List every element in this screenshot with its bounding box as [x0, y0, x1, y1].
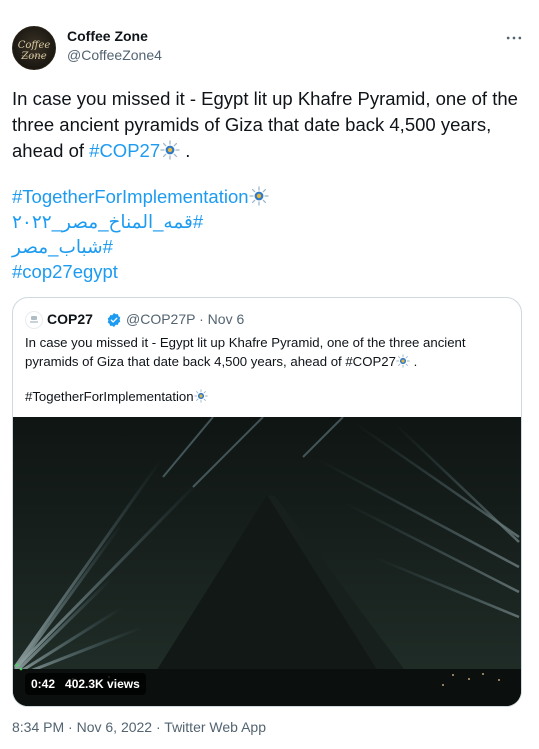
hashtag-line-4: #cop27egypt [12, 259, 532, 284]
quoted-text: In case you missed it - Egypt lit up Kha… [25, 333, 511, 371]
hashtag-together-for-implementation[interactable]: #TogetherForImplementation [12, 186, 249, 207]
tweet-time[interactable]: 8:34 PM [12, 719, 64, 735]
quoted-tweet[interactable]: COP27 @COP27P · Nov 6 In case you missed… [12, 297, 522, 707]
video-stats-badge: 0:42 402.3K views [25, 673, 146, 695]
avatar-logo-text: Coffee Zone [17, 40, 51, 62]
verified-badge-icon [107, 313, 121, 327]
author-avatar[interactable]: Coffee Zone THE REAL CUP [12, 26, 56, 70]
cop27-emblem-icon [248, 186, 269, 206]
hashtag-line-3: #شباب_مصر [12, 234, 532, 259]
hashtag-list: #TogetherForImplementation #قمه_المناخ_م… [12, 184, 532, 284]
video-views: 402.3K views [65, 677, 140, 691]
tweet-text-end: . [180, 140, 191, 161]
hashtag-cop27egypt[interactable]: #cop27egypt [12, 261, 118, 282]
video-player[interactable]: 0:42 402.3K views [13, 417, 521, 706]
hashtag-line-2: #قمه_المناخ_مصر_٢٠٢٢ [12, 209, 532, 234]
quoted-author-meta: @COP27P · Nov 6 [126, 311, 244, 327]
quoted-hashtag: #TogetherForImplementation [25, 389, 194, 404]
hashtag-cop27[interactable]: #COP27 [89, 140, 160, 161]
hashtag-egypt-youth[interactable]: #شباب_مصر [12, 236, 113, 257]
quoted-date[interactable]: Nov 6 [208, 311, 245, 327]
footer-separator: · [152, 719, 165, 735]
author-name[interactable]: Coffee Zone [67, 28, 148, 44]
pyramid-video-frame [13, 417, 521, 706]
video-duration: 0:42 [31, 677, 56, 691]
quoted-author-handle[interactable]: @COP27P [126, 311, 195, 327]
tweet-source: Twitter Web App [164, 719, 266, 735]
quoted-author-avatar[interactable] [25, 311, 43, 329]
author-handle[interactable]: @CoffeeZone4 [67, 47, 162, 63]
tweet-text-body: In case you missed it - Egypt lit up Kha… [12, 88, 518, 161]
cop27-emblem-icon [193, 389, 208, 403]
cop27-emblem-icon [396, 354, 410, 368]
avatar-logo-subtext: THE REAL CUP [21, 54, 47, 58]
tweet: Coffee Zone THE REAL CUP Coffee Zone @Co… [0, 0, 539, 749]
more-horizontal-icon[interactable] [502, 26, 526, 50]
quoted-hashtag-line: #TogetherForImplementation [25, 387, 208, 406]
quoted-author-name[interactable]: COP27 [47, 311, 93, 327]
tweet-text: In case you missed it - Egypt lit up Kha… [12, 86, 532, 164]
footer-separator: · [64, 719, 77, 735]
cop27-emblem-icon [160, 140, 180, 160]
hashtag-climate-summit-egypt-2022[interactable]: #قمه_المناخ_مصر_٢٠٢٢ [12, 211, 203, 232]
tweet-date[interactable]: Nov 6, 2022 [77, 719, 153, 735]
hashtag-line-1: #TogetherForImplementation [12, 184, 532, 209]
tweet-footer: 8:34 PM · Nov 6, 2022 · Twitter Web App [12, 719, 266, 735]
meta-separator: · [199, 311, 204, 327]
quoted-text-end: . [409, 354, 418, 369]
